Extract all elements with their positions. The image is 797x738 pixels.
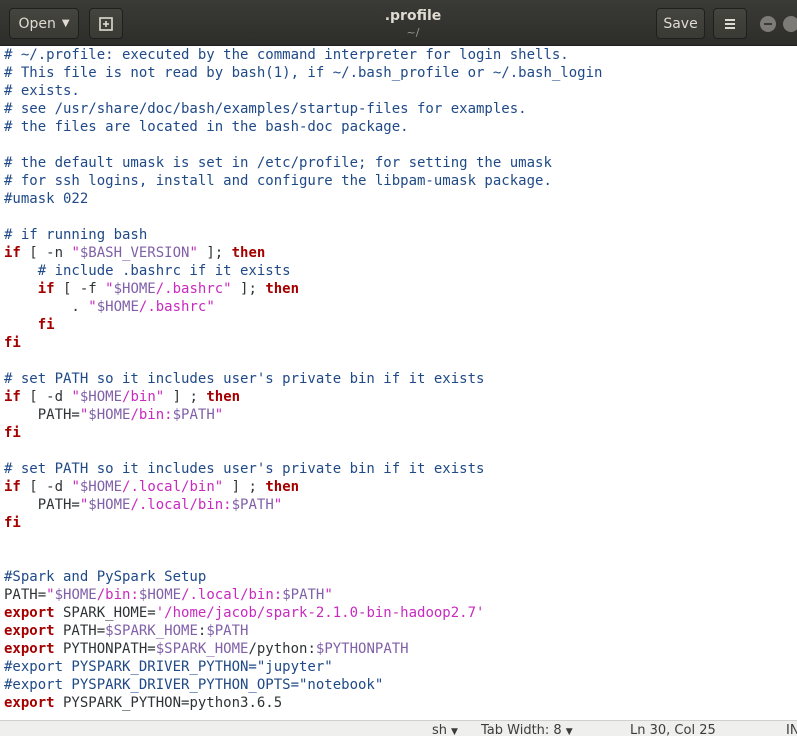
code-line[interactable]: # This file is not read by bash(1), if ~…: [0, 64, 797, 82]
code-line[interactable]: # set PATH so it includes user's private…: [0, 460, 797, 478]
header-bar: Open ▼ .profile ~/ Save: [0, 0, 797, 46]
code-line[interactable]: if [ -f "$HOME/.bashrc" ]; then: [0, 280, 797, 298]
chevron-down-icon: ▼: [61, 18, 70, 29]
code-line[interactable]: # the default umask is set in /etc/profi…: [0, 154, 797, 172]
code-line[interactable]: # ~/.profile: executed by the command in…: [0, 46, 797, 64]
window-subtitle: ~/: [406, 26, 420, 39]
minimize-button[interactable]: [760, 16, 776, 32]
code-line[interactable]: #export PYSPARK_DRIVER_PYTHON="jupyter": [0, 658, 797, 676]
code-line[interactable]: ​: [0, 442, 797, 460]
code-line[interactable]: export PYTHONPATH=$SPARK_HOME/python:$PY…: [0, 640, 797, 658]
open-button[interactable]: Open ▼: [9, 8, 79, 39]
code-line[interactable]: PATH="$HOME/bin:$HOME/.local/bin:$PATH": [0, 586, 797, 604]
text-editor-area[interactable]: # ~/.profile: executed by the command in…: [0, 46, 797, 716]
new-document-button[interactable]: [89, 8, 123, 39]
code-line[interactable]: export PATH=$SPARK_HOME:$PATH: [0, 622, 797, 640]
code-line[interactable]: #Spark and PySpark Setup: [0, 568, 797, 586]
save-button[interactable]: Save: [656, 8, 705, 39]
code-line[interactable]: if [ -n "$BASH_VERSION" ]; then: [0, 244, 797, 262]
menu-button[interactable]: [713, 8, 747, 39]
open-button-label: Open: [18, 15, 56, 32]
code-line[interactable]: export SPARK_HOME='/home/jacob/spark-2.1…: [0, 604, 797, 622]
code-line[interactable]: #export PYSPARK_DRIVER_PYTHON_OPTS="note…: [0, 676, 797, 694]
code-line[interactable]: ​: [0, 136, 797, 154]
new-document-icon: [99, 16, 113, 31]
code-line[interactable]: export PYSPARK_PYTHON=python3.6.5: [0, 694, 797, 712]
code-line[interactable]: # for ssh logins, install and configure …: [0, 172, 797, 190]
code-line[interactable]: fi: [0, 424, 797, 442]
code-line[interactable]: PATH="$HOME/.local/bin:$PATH": [0, 496, 797, 514]
close-button[interactable]: [783, 16, 797, 32]
code-line[interactable]: # include .bashrc if it exists: [0, 262, 797, 280]
code-line[interactable]: ​: [0, 550, 797, 568]
code-line[interactable]: ​: [0, 352, 797, 370]
code-line[interactable]: #umask 022: [0, 190, 797, 208]
code-line[interactable]: ​: [0, 532, 797, 550]
code-line[interactable]: # the files are located in the bash-doc …: [0, 118, 797, 136]
status-bar: sh▼ Tab Width: 8▼ Ln 30, Col 25 INS: [0, 720, 797, 738]
code-line[interactable]: if [ -d "$HOME/.local/bin" ] ; then: [0, 478, 797, 496]
code-line[interactable]: # if running bash: [0, 226, 797, 244]
hamburger-icon: [725, 18, 735, 29]
window-title: .profile: [384, 8, 442, 24]
code-line[interactable]: if [ -d "$HOME/bin" ] ; then: [0, 388, 797, 406]
code-line[interactable]: fi: [0, 514, 797, 532]
code-line[interactable]: fi: [0, 334, 797, 352]
code-line[interactable]: . "$HOME/.bashrc": [0, 298, 797, 316]
code-line[interactable]: # exists.: [0, 82, 797, 100]
minimize-icon: [764, 23, 772, 25]
code-line[interactable]: fi: [0, 316, 797, 334]
code-line[interactable]: PATH="$HOME/bin:$PATH": [0, 406, 797, 424]
code-line[interactable]: # see /usr/share/doc/bash/examples/start…: [0, 100, 797, 118]
code-line[interactable]: ​: [0, 208, 797, 226]
code-line[interactable]: # set PATH so it includes user's private…: [0, 370, 797, 388]
